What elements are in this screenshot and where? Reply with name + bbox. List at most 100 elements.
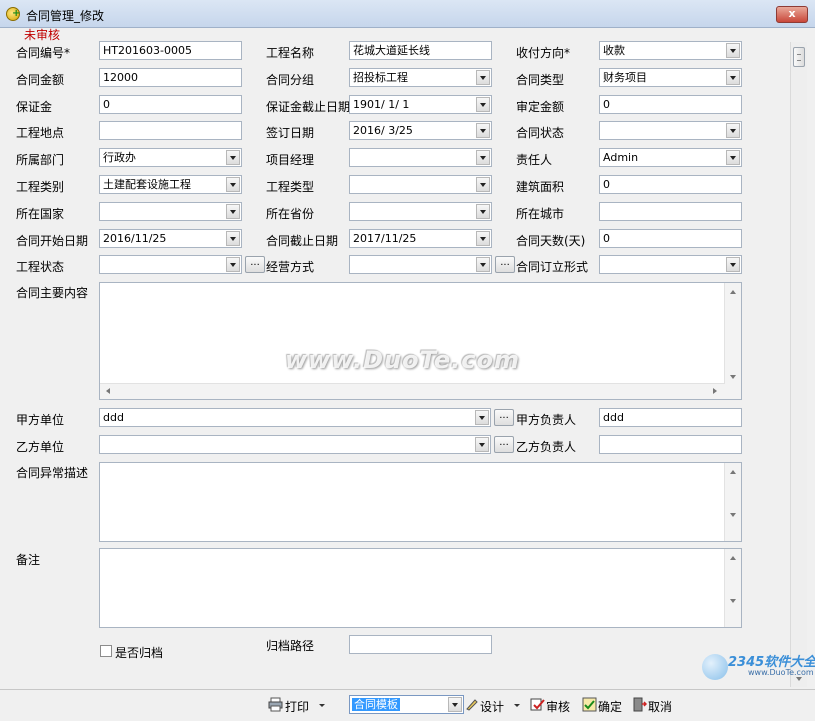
chevron-down-icon[interactable] [726,257,740,272]
window-vscroll[interactable] [790,42,807,687]
field-combo[interactable] [599,121,742,140]
field-combo[interactable] [99,255,242,274]
field-combo[interactable]: 2017/11/25 [349,229,492,248]
field-input[interactable] [99,121,242,140]
archive-checkbox[interactable] [100,645,112,657]
print-dropdown-icon[interactable] [319,704,325,707]
chevron-down-icon[interactable] [726,123,740,138]
field-input[interactable]: 0 [599,95,742,114]
party-b-label: 乙方单位 [16,440,65,454]
printer-icon [268,697,283,712]
party-b-combo[interactable] [99,435,491,454]
chevron-down-icon[interactable] [476,177,490,192]
bottom-toolbar: 打印 合同模板 设计 审核 确定 取消 [0,689,815,721]
field-value: 0 [603,178,610,191]
chevron-down-icon[interactable] [476,70,490,85]
main-content-textarea[interactable] [99,282,742,400]
field-input[interactable]: HT201603-0005 [99,41,242,60]
watermark-text: www.DuoTe.com [285,346,520,374]
chevron-down-icon[interactable] [226,177,240,192]
chevron-down-icon[interactable] [476,97,490,112]
remark-vscroll[interactable] [724,549,741,627]
field-label: 合同截止日期 [266,234,339,248]
field-combo[interactable]: 1901/ 1/ 1 [349,95,492,114]
chevron-down-icon[interactable] [476,204,490,219]
field-label: 工程类型 [266,180,315,194]
field-combo[interactable]: 行政办 [99,148,242,167]
field-input[interactable]: 0 [99,95,242,114]
chevron-down-icon[interactable] [476,150,490,165]
scroll-corner [725,384,741,399]
field-value: 0 [603,232,610,245]
main-content-hscroll[interactable] [100,383,725,399]
party-b-contact-input[interactable] [599,435,742,454]
field-input[interactable]: 花城大道延长线 [349,41,492,60]
chevron-down-icon[interactable] [226,231,240,246]
field-input[interactable]: 0 [599,175,742,194]
chevron-down-icon[interactable] [476,257,490,272]
field-input[interactable]: 12000 [99,68,242,87]
field-input[interactable]: 0 [599,229,742,248]
audit-button[interactable]: 审核 [546,698,570,715]
scroll-thumb[interactable] [793,47,805,67]
print-button[interactable]: 打印 [285,698,309,715]
field-combo[interactable]: 招投标工程 [349,68,492,87]
chevron-down-icon[interactable] [476,123,490,138]
field-label: 合同订立形式 [516,260,589,274]
template-combo[interactable]: 合同模板 [349,695,464,714]
field-combo[interactable]: 土建配套设施工程 [99,175,242,194]
chevron-down-icon[interactable] [448,697,462,712]
party-b-ellipsis-button[interactable]: ... [494,436,514,453]
archive-checkbox-label: 是否归档 [115,646,164,660]
field-combo[interactable] [349,148,492,167]
ellipsis-button[interactable]: ... [495,256,515,273]
chevron-down-icon[interactable] [726,150,740,165]
chevron-down-icon[interactable] [726,43,740,58]
scroll-up-icon [730,290,736,294]
exception-textarea[interactable] [99,462,742,542]
design-dropdown-icon[interactable] [514,704,520,707]
scroll-right-icon [713,388,717,394]
field-combo[interactable]: Admin [599,148,742,167]
field-label: 所属部门 [16,153,65,167]
cancel-button[interactable]: 取消 [648,698,672,715]
chevron-down-icon[interactable] [226,150,240,165]
party-a-ellipsis-button[interactable]: ... [494,409,514,426]
party-a-contact-input[interactable]: ddd [599,408,742,427]
chevron-down-icon[interactable] [726,70,740,85]
design-button[interactable]: 设计 [480,698,504,715]
chevron-down-icon[interactable] [475,437,489,452]
design-pen-icon [466,699,478,711]
party-a-contact-label: 甲方负责人 [516,413,577,427]
field-value: 招投标工程 [353,71,408,84]
field-combo[interactable] [599,255,742,274]
chevron-down-icon[interactable] [475,410,489,425]
chevron-down-icon[interactable] [476,231,490,246]
scroll-left-icon [106,388,110,394]
field-input[interactable] [599,202,742,221]
field-combo[interactable] [349,202,492,221]
archive-path-input[interactable] [349,635,492,654]
party-a-combo[interactable]: ddd [99,408,491,427]
main-content-vscroll[interactable] [724,283,741,384]
remark-textarea[interactable] [99,548,742,628]
field-combo[interactable] [349,175,492,194]
exception-vscroll[interactable] [724,463,741,541]
exception-label: 合同异常描述 [16,466,89,480]
ellipsis-button[interactable]: ... [245,256,265,273]
field-combo[interactable]: 收款 [599,41,742,60]
field-combo[interactable]: 2016/ 3/25 [349,121,492,140]
field-combo[interactable] [99,202,242,221]
field-combo[interactable] [349,255,492,274]
close-button[interactable]: x [776,6,808,23]
field-label: 所在城市 [516,207,565,221]
chevron-down-icon[interactable] [226,257,240,272]
confirm-button[interactable]: 确定 [598,698,622,715]
field-label: 审定金额 [516,100,565,114]
chevron-down-icon[interactable] [226,204,240,219]
field-combo[interactable]: 2016/11/25 [99,229,242,248]
field-label: 收付方向* [516,46,571,60]
field-combo[interactable]: 财务项目 [599,68,742,87]
field-value: 行政办 [103,151,136,164]
scroll-down-icon [730,599,736,603]
